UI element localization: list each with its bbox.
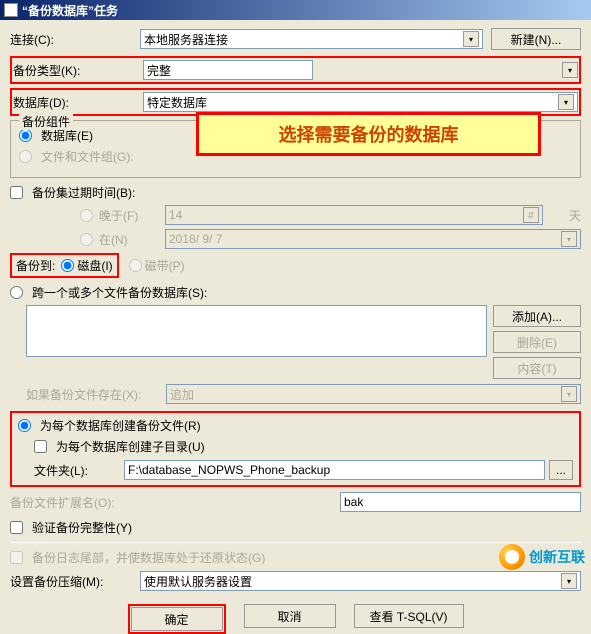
remove-file-button: 删除(E) [493, 331, 581, 353]
logo-icon [499, 544, 525, 570]
component-filegroups-radio [19, 150, 32, 163]
connection-label: 连接(C): [10, 31, 140, 48]
compress-combo[interactable]: 使用默认服务器设置 ▾ [140, 571, 581, 591]
expire-on-label: 在(N) [99, 231, 159, 248]
perdb-create-file-radio[interactable] [18, 419, 31, 432]
database-label: 数据库(D): [13, 94, 143, 111]
folder-input[interactable]: F:\database_NOPWS_Phone_backup [124, 460, 545, 480]
annotation-callout: 选择需要备份的数据库 [196, 112, 541, 156]
chevron-down-icon[interactable]: ▾ [558, 94, 574, 110]
if-exists-combo: 追加 ▾ [166, 384, 581, 404]
chevron-down-icon[interactable]: ▾ [562, 62, 578, 78]
view-tsql-button[interactable]: 查看 T-SQL(V) [354, 604, 464, 628]
expire-on-date: 2018/ 9/ 7 ▾ [165, 229, 581, 249]
database-combo[interactable]: 特定数据库 ▾ [143, 92, 578, 112]
extension-input[interactable]: bak [340, 492, 581, 512]
backup-files-list[interactable] [26, 305, 487, 357]
connection-combo[interactable]: 本地服务器连接 ▾ [140, 29, 483, 49]
multi-file-label: 跨一个或多个文件备份数据库(S): [32, 284, 207, 301]
perdb-subdir-label: 为每个数据库创建子目录(U) [56, 438, 205, 455]
browse-folder-button[interactable]: ... [549, 460, 573, 480]
ok-button[interactable]: 确定 [131, 607, 223, 631]
expire-after-spinner: 14 ⇵ [165, 205, 543, 225]
component-filegroups-label: 文件和文件组(G): [41, 148, 134, 165]
separator [10, 542, 581, 543]
expire-checkbox[interactable] [10, 186, 23, 199]
backup-type-label: 备份类型(K): [13, 62, 143, 79]
add-file-button[interactable]: 添加(A)... [493, 305, 581, 327]
expire-days-label: 天 [569, 207, 581, 224]
verify-checkbox[interactable] [10, 521, 23, 534]
tail-log-checkbox [10, 551, 23, 564]
tail-log-label: 备份日志尾部，并使数据库处于还原状态(G) [32, 549, 265, 566]
dest-tape-radio [129, 259, 142, 272]
compress-label: 设置备份压缩(M): [10, 573, 140, 590]
chevron-down-icon: ▾ [561, 386, 577, 402]
dest-disk-label: 磁盘(I) [77, 257, 112, 274]
chevron-down-icon: ▾ [561, 231, 577, 247]
expire-after-label: 晚于(F) [99, 207, 159, 224]
perdb-create-file-label: 为每个数据库创建备份文件(R) [40, 417, 201, 434]
extension-label: 备份文件扩展名(O): [10, 494, 340, 511]
backup-type-combo[interactable]: 完整 [143, 60, 313, 80]
expire-on-radio [80, 233, 93, 246]
backup-to-label: 备份到: [16, 257, 55, 274]
window-titlebar: “备份数据库”任务 [0, 0, 591, 20]
watermark-logo: 创新互联 [499, 544, 585, 570]
perdb-subdir-checkbox[interactable] [34, 440, 47, 453]
contents-button: 内容(T) [493, 357, 581, 379]
verify-label: 验证备份完整性(Y) [32, 519, 132, 536]
chevron-down-icon[interactable]: ▾ [561, 573, 577, 589]
multi-file-radio[interactable] [10, 286, 23, 299]
backup-component-title: 备份组件 [19, 113, 73, 130]
new-connection-button[interactable]: 新建(N)... [491, 28, 581, 50]
folder-label: 文件夹(L): [34, 462, 124, 479]
component-database-radio[interactable] [19, 129, 32, 142]
dest-disk-radio[interactable] [61, 259, 74, 272]
cancel-button[interactable]: 取消 [244, 604, 336, 628]
expire-label: 备份集过期时间(B): [32, 184, 135, 201]
window-icon [4, 3, 18, 17]
expire-after-radio [80, 209, 93, 222]
if-exists-label: 如果备份文件存在(X): [26, 386, 166, 403]
dest-tape-label: 磁带(P) [145, 257, 185, 274]
chevron-down-icon[interactable]: ▾ [463, 31, 479, 47]
spinner-icon: ⇵ [523, 207, 539, 223]
window-title: “备份数据库”任务 [22, 2, 118, 19]
